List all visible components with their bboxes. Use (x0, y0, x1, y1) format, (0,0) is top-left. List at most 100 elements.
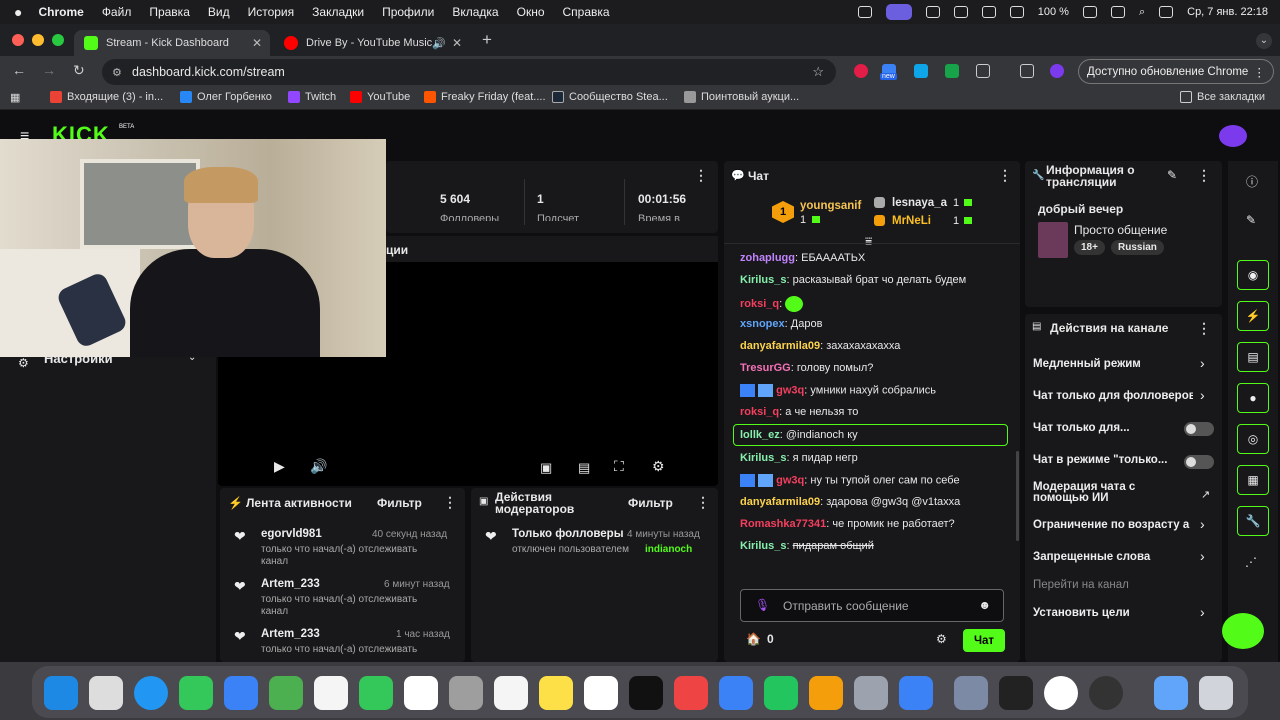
launchpad-icon[interactable] (89, 676, 123, 710)
photos-icon[interactable] (314, 676, 348, 710)
menu-kebab-icon[interactable]: ⋮ (998, 167, 1012, 184)
menu-history[interactable]: История (248, 5, 295, 19)
menu-file[interactable]: Файл (102, 5, 132, 19)
menu-bookmarks[interactable]: Закладки (312, 5, 364, 19)
chat-message[interactable]: Romashka77341: че промик не работает? (740, 518, 955, 530)
reload-icon[interactable]: ↻ (73, 62, 85, 79)
chat-username[interactable]: roksi_q (740, 298, 779, 310)
leader-name[interactable]: MrNeLi (892, 215, 931, 227)
chat-message[interactable]: Kirilus_s: пидарам общий (740, 540, 874, 552)
app-icon[interactable] (954, 676, 988, 710)
tab-youtube-music[interactable]: Drive By - YouTube Music 🔊 ✕ (274, 30, 470, 56)
new-tab-icon[interactable]: + (482, 30, 492, 50)
chat-message[interactable]: xsnopex: Даров (740, 318, 822, 330)
volume-icon[interactable]: 🔊 (310, 458, 327, 475)
chat-username[interactable]: roksi_q (740, 406, 779, 418)
chat-message[interactable]: TresurGG: голову помыл? (740, 362, 873, 374)
bookmark-gmail[interactable]: Входящие (3) - in... (50, 91, 163, 103)
menu-kebab-icon[interactable]: ⋮ (1254, 65, 1266, 79)
floating-action-button[interactable] (1222, 613, 1264, 649)
chat-username[interactable]: Kirilus_s (740, 540, 786, 552)
freeform-icon[interactable] (584, 676, 618, 710)
bookmark-auction[interactable]: Поинтовый аукци... (684, 91, 799, 103)
chat-username[interactable]: zohaplugg (740, 252, 795, 264)
audio-playing-icon[interactable]: 🔊 (432, 37, 446, 50)
notes-icon[interactable] (539, 676, 573, 710)
menu-view[interactable]: Вид (208, 5, 230, 19)
chat-username[interactable]: lollk_ez (740, 429, 780, 441)
chat-message[interactable]: roksi_q: (740, 296, 804, 312)
tab-kick-dashboard[interactable]: Stream - Kick Dashboard ✕ (74, 30, 270, 56)
fullscreen-icon[interactable]: ⛶ (614, 458, 624, 475)
chrome-update-button[interactable]: Доступно обновление Chrome ⋮ (1078, 59, 1274, 84)
theater-mode-icon[interactable]: ▤ (578, 460, 590, 476)
reminders-icon[interactable] (494, 676, 528, 710)
chat-username[interactable]: danyafarmila09 (740, 496, 820, 508)
downloads-folder-icon[interactable] (1154, 676, 1188, 710)
stream-category[interactable]: Просто общение (1074, 223, 1167, 237)
music-icon[interactable] (674, 676, 708, 710)
app-store-icon[interactable] (899, 676, 933, 710)
all-bookmarks[interactable]: Все закладки (1180, 91, 1265, 103)
status-icon[interactable] (857, 6, 872, 18)
chat-message[interactable]: lollk_ez: @indianoch ку (740, 429, 858, 441)
menu-kebab-icon[interactable]: ⋮ (696, 494, 710, 511)
keynote-icon[interactable] (719, 676, 753, 710)
chat-username[interactable]: Kirilus_s (740, 452, 786, 464)
mail-icon[interactable] (224, 676, 258, 710)
numbers-icon[interactable] (764, 676, 798, 710)
bookmark-twitch[interactable]: Twitch (288, 91, 336, 103)
chat-message[interactable]: gw3q: умники нахуй собрались (740, 384, 936, 397)
chat-username[interactable]: TresurGG (740, 362, 791, 374)
toggle-switch[interactable] (1184, 455, 1214, 469)
address-bar[interactable]: ⚙ dashboard.kick.com/stream ☆ (102, 59, 836, 85)
layout-icon[interactable]: ▦ (1237, 465, 1269, 495)
clock[interactable]: Ср, 7 янв. 22:18 (1187, 6, 1268, 18)
apple-tv-icon[interactable] (629, 676, 663, 710)
collapse-leaderboard-icon[interactable]: ⩸ (865, 234, 872, 249)
chat-message[interactable]: roksi_q: а че нельзя то (740, 406, 858, 418)
external-link-icon[interactable]: ↗ (1201, 488, 1210, 501)
chat-username[interactable]: xsnopex (740, 318, 785, 330)
bookmark-youtube[interactable]: YouTube (350, 91, 410, 103)
menu-help[interactable]: Справка (563, 5, 610, 19)
close-tab-icon[interactable]: ✕ (252, 36, 262, 50)
chat-message[interactable]: Kirilus_s: я пидар негр (740, 452, 858, 464)
search-icon[interactable]: ⌕ (1139, 6, 1145, 19)
leader-name[interactable]: youngsanif (800, 200, 861, 212)
chat-username[interactable]: danyafarmila09 (740, 340, 820, 352)
wrench-icon[interactable]: 🔧 (1237, 506, 1269, 536)
chat-username[interactable]: Romashka77341 (740, 518, 826, 530)
send-chat-button[interactable]: Чат (963, 629, 1005, 652)
microphone-icon[interactable]: 🎙 (755, 598, 770, 612)
control-center-icon[interactable] (1159, 6, 1174, 18)
lightning-icon[interactable]: ⚡ (1237, 301, 1269, 331)
menu-kebab-icon[interactable]: ⋮ (1197, 167, 1211, 184)
profile-avatar-icon[interactable] (1050, 64, 1064, 78)
chat-username[interactable]: gw3q (776, 384, 804, 396)
play-icon[interactable]: ▶ (274, 458, 285, 475)
screen-record-icon[interactable] (885, 4, 912, 20)
edit-pencil-icon[interactable]: ✎ (1246, 213, 1256, 227)
media-controls-icon[interactable] (1020, 64, 1034, 78)
action-go-to-channel[interactable]: Перейти на канал (1033, 579, 1129, 591)
menu-app[interactable]: Chrome (38, 5, 83, 19)
minimize-window-button[interactable] (32, 34, 44, 46)
menu-tab[interactable]: Вкладка (452, 5, 498, 19)
close-tab-icon[interactable]: ✕ (452, 36, 462, 50)
extensions-puzzle-icon[interactable] (976, 64, 990, 78)
facetime-icon[interactable] (359, 676, 393, 710)
activity-user[interactable]: egorvld981 (261, 528, 322, 540)
wifi-icon[interactable] (1110, 6, 1125, 18)
close-window-button[interactable] (12, 34, 24, 46)
camera-icon[interactable]: ◉ (1237, 260, 1269, 290)
modaction-user[interactable]: indianoch (645, 544, 692, 556)
apple-icon[interactable]: ● (14, 4, 22, 20)
info-icon[interactable]: ⓘ (1246, 173, 1258, 190)
chat-scrollbar[interactable] (1016, 451, 1019, 541)
menu-kebab-icon[interactable]: ⋮ (1197, 320, 1211, 337)
toggle-switch[interactable] (1184, 422, 1214, 436)
chat-message[interactable]: gw3q: ну ты тупой олег сам по себе (740, 474, 960, 487)
chat-message[interactable]: danyafarmila09: здарова @gw3q @v1taxxa (740, 496, 960, 508)
forward-icon[interactable]: → (42, 62, 56, 78)
